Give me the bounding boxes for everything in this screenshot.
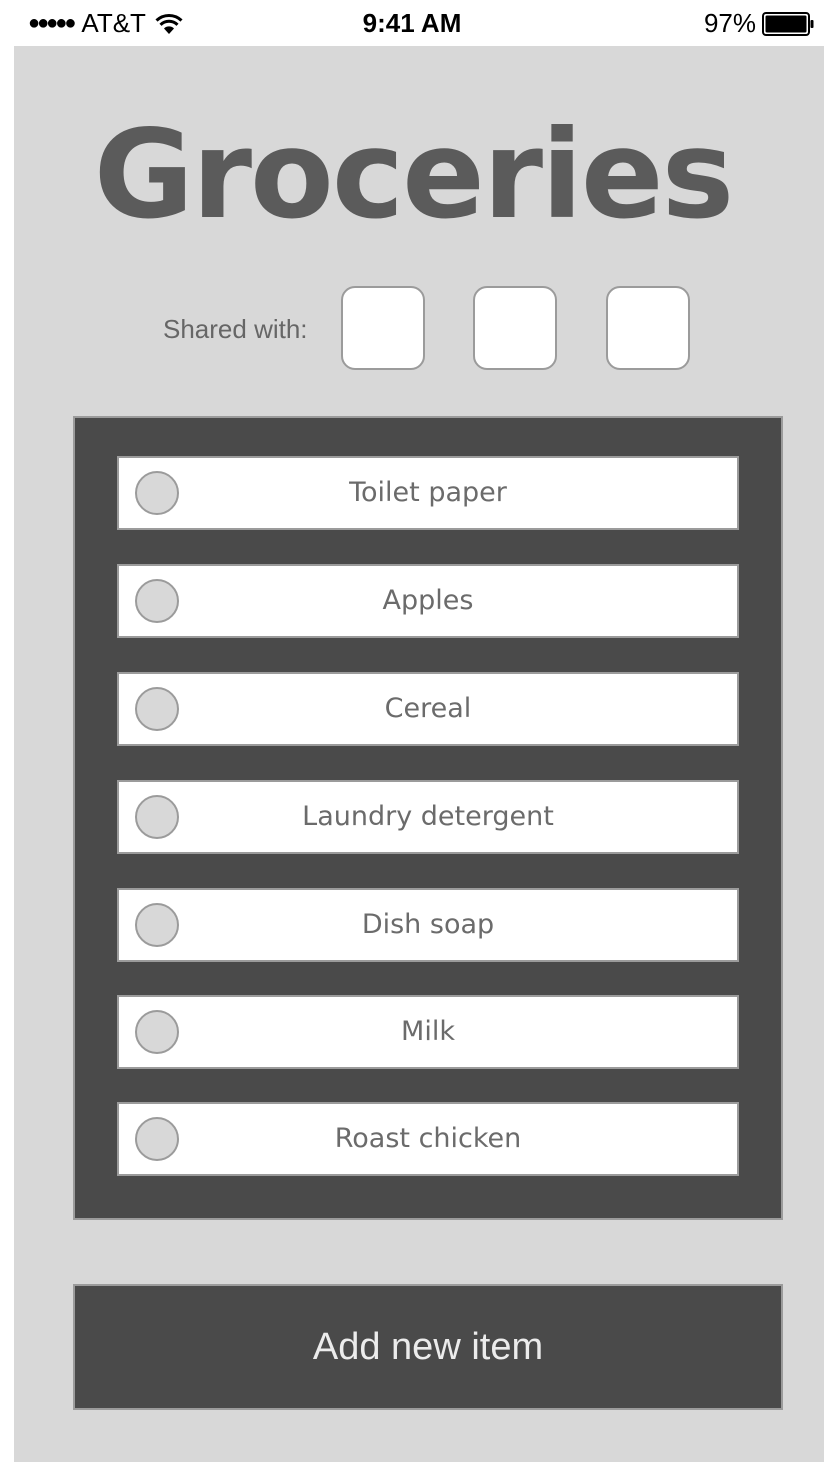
- shared-user-avatar-1[interactable]: [341, 286, 425, 370]
- page-title: Groceries: [93, 104, 735, 246]
- item-label: Apples: [382, 585, 474, 616]
- list-item[interactable]: Cereal: [117, 672, 739, 746]
- list-item[interactable]: Milk: [117, 995, 739, 1069]
- battery-icon: [762, 11, 814, 36]
- item-label: Laundry detergent: [302, 801, 554, 832]
- list-item[interactable]: Toilet paper: [117, 456, 739, 530]
- item-label: Dish soap: [361, 909, 495, 940]
- shared-user-avatar-2[interactable]: [473, 286, 557, 370]
- shared-user-avatar-3[interactable]: [606, 286, 690, 370]
- battery-percent: 97%: [703, 8, 756, 38]
- item-label: Cereal: [384, 693, 472, 724]
- shared-with-label: Shared with:: [163, 314, 308, 344]
- list-item[interactable]: Dish soap: [117, 888, 739, 962]
- list-item[interactable]: Apples: [117, 564, 739, 638]
- status-right: 97%: [704, 8, 814, 39]
- list-item[interactable]: Laundry detergent: [117, 780, 739, 854]
- status-bar: ●●●●● AT&T 9:41 AM 97%: [0, 0, 824, 46]
- item-label: Milk: [401, 1016, 455, 1047]
- app-screen: Groceries Shared with: Toilet paper Appl…: [14, 46, 824, 1462]
- item-label: Toilet paper: [349, 477, 507, 508]
- add-new-item-button[interactable]: Add new item: [73, 1284, 783, 1410]
- status-time: 9:41 AM: [362, 8, 462, 38]
- grocery-list: Toilet paper Apples Cereal Laundry deter…: [73, 416, 783, 1220]
- item-label: Roast chicken: [334, 1123, 522, 1154]
- list-item[interactable]: Roast chicken: [117, 1102, 739, 1176]
